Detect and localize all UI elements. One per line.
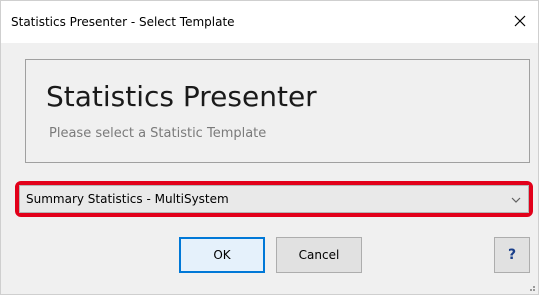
cancel-button[interactable]: Cancel [276, 237, 362, 273]
header-subtitle: Please select a Statistic Template [49, 126, 267, 141]
ok-button[interactable]: OK [179, 237, 265, 273]
window-title: Statistics Presenter - Select Template [11, 15, 235, 29]
help-button[interactable]: ? [494, 237, 530, 273]
close-button[interactable] [508, 9, 532, 33]
header-title: Statistics Presenter [46, 80, 317, 113]
dialog-window: Statistics Presenter - Select Template S… [0, 0, 539, 295]
resize-grip-icon[interactable] [526, 282, 536, 292]
header-panel: Statistics Presenter Please select a Sta… [25, 59, 530, 163]
title-bar: Statistics Presenter - Select Template [1, 1, 538, 43]
close-icon [514, 15, 526, 27]
template-select-value: Summary Statistics - MultiSystem [26, 192, 229, 206]
template-select[interactable]: Summary Statistics - MultiSystem [19, 185, 529, 213]
chevron-down-icon [511, 197, 521, 203]
